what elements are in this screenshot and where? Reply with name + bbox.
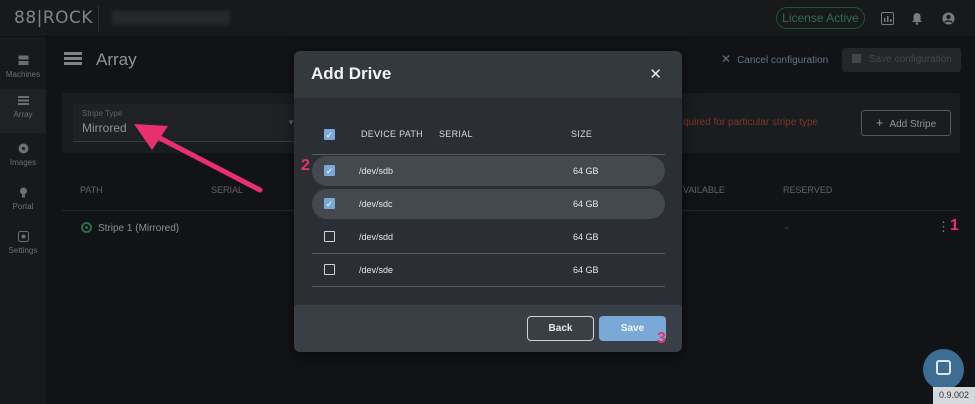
select-all-checkbox[interactable]: ✓ <box>324 129 335 140</box>
step-marker-2: 2 <box>301 157 310 174</box>
drive-row[interactable]: ✓ /dev/sdb 64 GB <box>312 156 665 186</box>
drive-size: 64 GB <box>573 166 599 176</box>
dialog-title: Add Drive <box>311 64 392 83</box>
row-divider <box>312 253 665 254</box>
dialog-header: Add Drive ✕ <box>294 51 682 98</box>
drive-checkbox[interactable]: ✓ <box>324 165 335 176</box>
col-header-device-path: DEVICE PATH <box>361 129 423 139</box>
col-header-serial: SERIAL <box>439 129 473 139</box>
drive-checkbox[interactable]: ✓ <box>324 198 335 209</box>
drive-row[interactable]: /dev/sdd 64 GB <box>312 222 665 252</box>
drive-checkbox[interactable] <box>324 231 335 242</box>
back-button[interactable]: Back <box>527 316 594 341</box>
header-divider <box>312 154 665 155</box>
drive-row[interactable]: /dev/sde 64 GB <box>312 255 665 285</box>
drive-size: 64 GB <box>573 265 599 275</box>
step-marker-1: 1 <box>950 217 959 234</box>
drive-path: /dev/sdb <box>359 166 394 176</box>
close-icon[interactable]: ✕ <box>649 65 662 83</box>
version-label: 0.9.002 <box>933 387 975 404</box>
pointer-arrow-annotation <box>134 124 263 193</box>
drive-path: /dev/sdc <box>359 199 393 209</box>
col-header-size: SIZE <box>571 129 593 139</box>
save-button[interactable]: Save <box>599 316 666 341</box>
step-marker-3: 3 <box>657 330 666 347</box>
drive-path: /dev/sde <box>359 265 394 275</box>
drive-size: 64 GB <box>573 232 599 242</box>
chat-icon <box>936 360 951 375</box>
drive-checkbox[interactable] <box>324 264 335 275</box>
drive-path: /dev/sdd <box>359 232 394 242</box>
row-divider <box>312 286 665 287</box>
drive-row[interactable]: ✓ /dev/sdc 64 GB <box>312 189 665 219</box>
add-drive-dialog: Add Drive ✕ ✓ DEVICE PATH SERIAL SIZE ✓ … <box>294 51 682 352</box>
chat-support-button[interactable] <box>923 349 964 390</box>
drive-size: 64 GB <box>573 199 599 209</box>
